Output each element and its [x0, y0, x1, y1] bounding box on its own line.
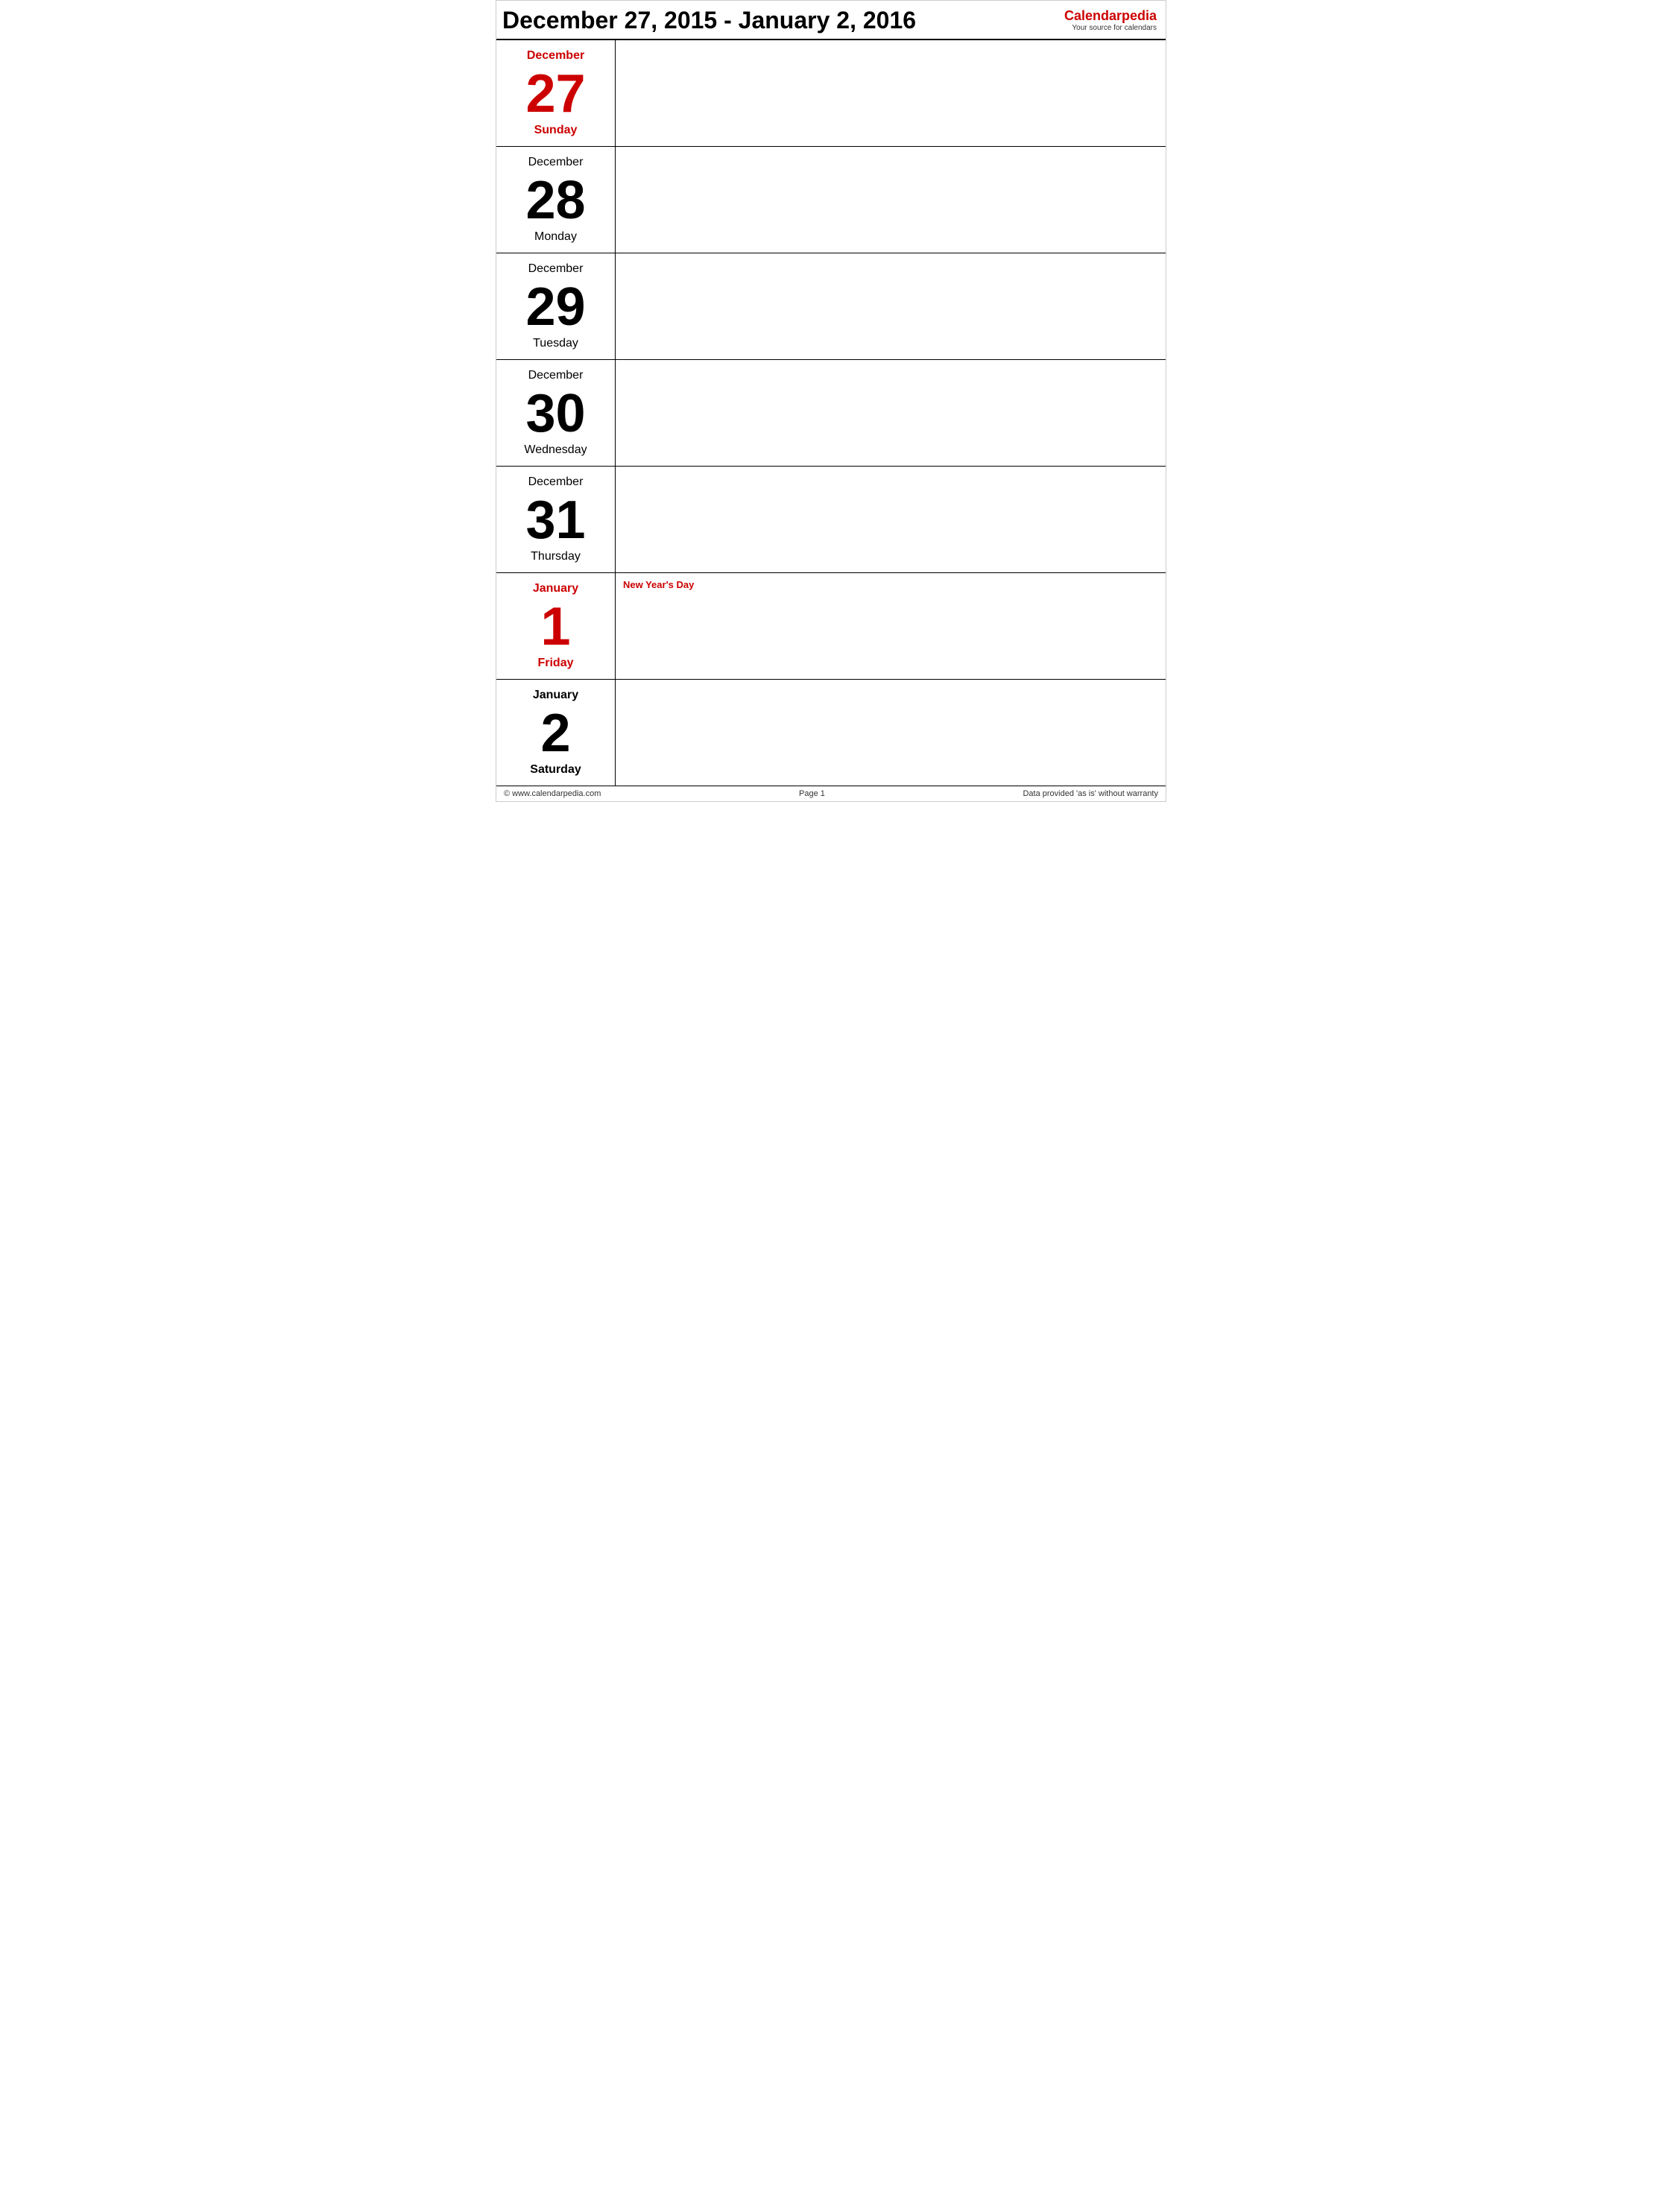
header-title: December 27, 2015 - January 2, 2016	[502, 7, 916, 34]
day-month-dec-27: December	[527, 49, 584, 63]
day-row-dec-29: December 29 Tuesday	[496, 253, 1166, 360]
day-content-dec-27	[616, 40, 1166, 146]
day-content-dec-30	[616, 360, 1166, 466]
day-number-jan-01: 1	[540, 600, 570, 654]
day-row-dec-30: December 30 Wednesday	[496, 360, 1166, 467]
day-number-dec-27: 27	[525, 67, 585, 121]
footer-right: Data provided 'as is' without warranty	[1023, 789, 1158, 798]
day-name-dec-29: Tuesday	[533, 337, 578, 350]
day-row-jan-01: January 1 Friday New Year's Day	[496, 573, 1166, 680]
day-content-dec-31	[616, 467, 1166, 572]
day-content-jan-01: New Year's Day	[616, 573, 1166, 679]
day-row-jan-02: January 2 Saturday	[496, 680, 1166, 786]
day-month-jan-02: January	[533, 689, 578, 702]
day-name-jan-01: Friday	[537, 657, 573, 670]
day-name-jan-02: Saturday	[530, 763, 581, 777]
day-name-dec-30: Wednesday	[524, 443, 587, 457]
day-label-dec-27: December 27 Sunday	[496, 40, 616, 146]
day-content-dec-28	[616, 147, 1166, 253]
day-label-dec-29: December 29 Tuesday	[496, 253, 616, 359]
logo-subtitle: Your source for calendars	[1064, 24, 1157, 33]
day-number-jan-02: 2	[540, 707, 570, 760]
day-number-dec-29: 29	[525, 280, 585, 334]
day-row-dec-31: December 31 Thursday	[496, 467, 1166, 573]
day-month-dec-28: December	[528, 156, 584, 169]
day-label-jan-01: January 1 Friday	[496, 573, 616, 679]
logo-main: Calendarpedia	[1064, 8, 1157, 25]
day-number-dec-30: 30	[525, 387, 585, 440]
day-content-dec-29	[616, 253, 1166, 359]
day-label-dec-28: December 28 Monday	[496, 147, 616, 253]
logo-container: Calendarpedia Your source for calendars	[1064, 8, 1157, 34]
logo-text-pedia: pedia	[1122, 8, 1157, 23]
day-label-dec-30: December 30 Wednesday	[496, 360, 616, 466]
day-month-dec-29: December	[528, 262, 584, 276]
calendar-footer: © www.calendarpedia.com Page 1 Data prov…	[496, 786, 1166, 801]
day-content-jan-02	[616, 680, 1166, 786]
day-month-dec-31: December	[528, 475, 584, 489]
calendar-page: December 27, 2015 - January 2, 2016 Cale…	[496, 0, 1166, 802]
day-label-dec-31: December 31 Thursday	[496, 467, 616, 572]
day-number-dec-28: 28	[525, 174, 585, 227]
day-label-jan-02: January 2 Saturday	[496, 680, 616, 786]
day-name-dec-28: Monday	[534, 230, 577, 244]
footer-center: Page 1	[799, 789, 825, 798]
event-label-jan-01: New Year's Day	[623, 579, 1158, 590]
day-row-dec-28: December 28 Monday	[496, 147, 1166, 253]
day-month-jan-01: January	[533, 582, 578, 595]
calendar-header: December 27, 2015 - January 2, 2016 Cale…	[496, 1, 1166, 40]
day-month-dec-30: December	[528, 369, 584, 382]
calendar-body: December 27 Sunday December 28 Monday De…	[496, 40, 1166, 786]
day-number-dec-31: 31	[525, 493, 585, 547]
logo-text-calendar: Calendar	[1064, 8, 1122, 23]
day-name-dec-31: Thursday	[531, 550, 581, 563]
footer-left: © www.calendarpedia.com	[504, 789, 601, 798]
day-row-dec-27: December 27 Sunday	[496, 40, 1166, 147]
day-name-dec-27: Sunday	[534, 124, 578, 137]
